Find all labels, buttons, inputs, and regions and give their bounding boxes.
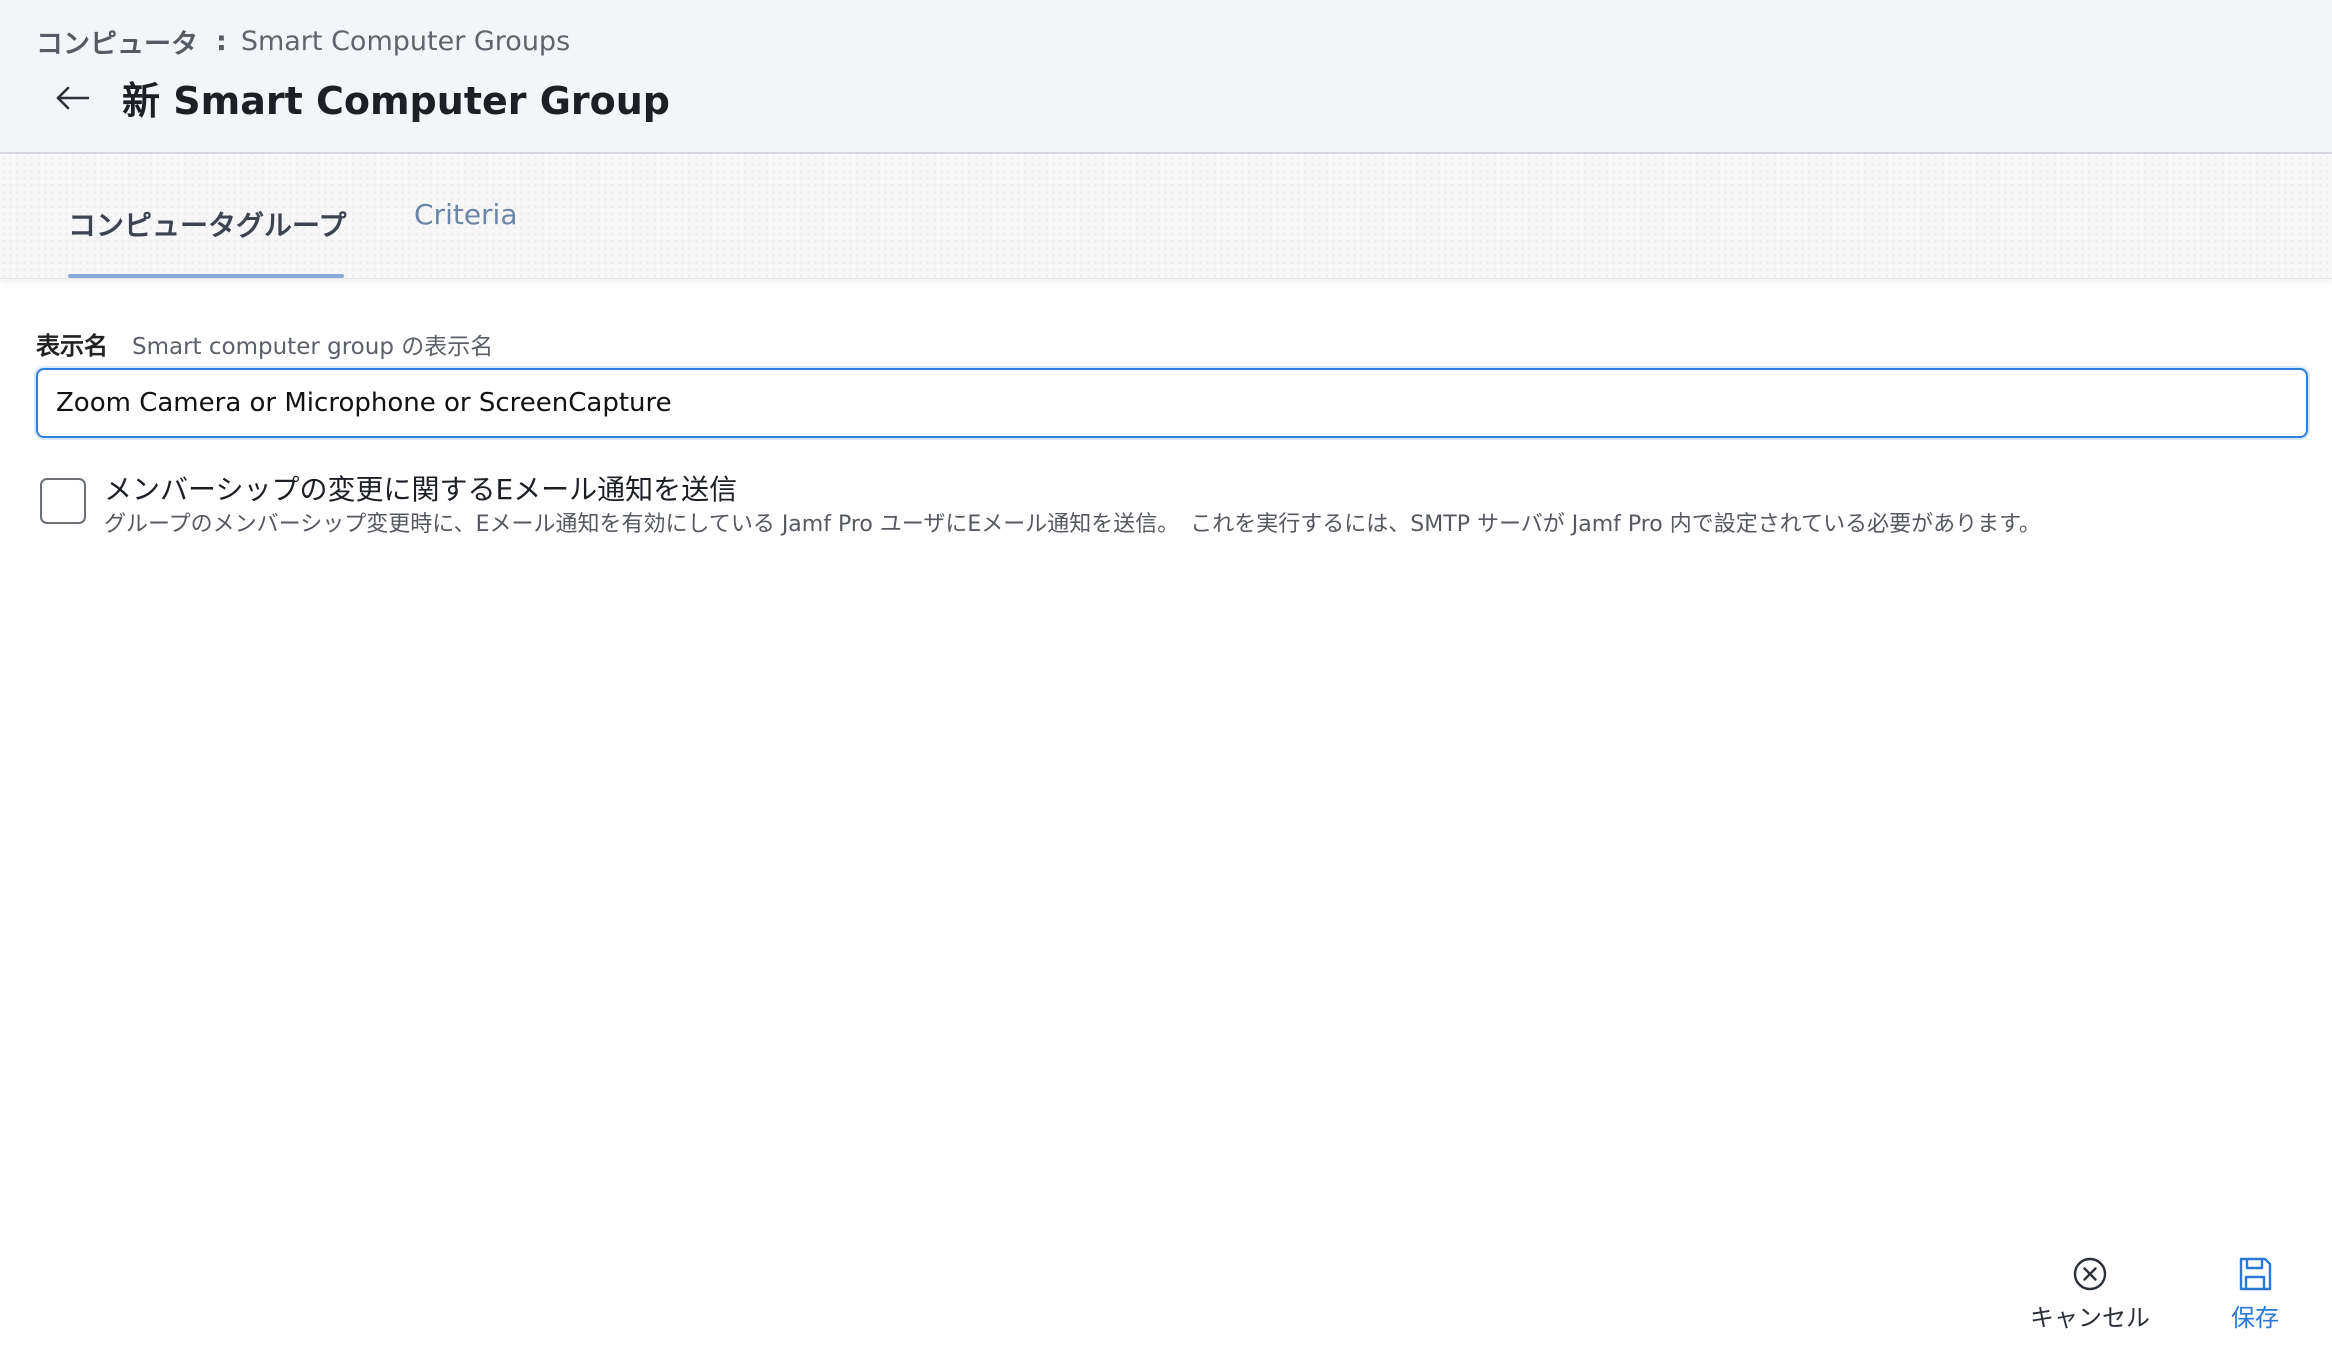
email-notification-checkbox[interactable] [40,478,86,524]
tab-label: コンピュータグループ [68,209,347,242]
active-tab-indicator [68,274,344,278]
display-name-label: 表示名 [36,332,108,360]
close-circle-icon [2073,1257,2107,1291]
page-title: 新 Smart Computer Group [122,79,671,123]
breadcrumb-root-link[interactable]: コンピュータ [36,22,198,61]
cancel-button[interactable]: キャンセル [2020,1256,2160,1336]
title-row: 新 Smart Computer Group [52,70,670,125]
save-label: 保存 [2231,1304,2279,1332]
page-header: コンピュータ : Smart Computer Groups 新 Smart C… [0,0,2332,154]
email-notification-description: グループのメンバーシップ変更時に、Eメール通知を有効にしている Jamf Pro… [104,512,2041,537]
email-notification-title: メンバーシップの変更に関するEメール通知を送信 [104,473,738,506]
tabs-bar: コンピュータグループ Criteria [0,154,2332,279]
breadcrumb-current-link[interactable]: Smart Computer Groups [241,26,570,57]
tab-computer-group[interactable]: コンピュータグループ [68,154,347,278]
tab-label: Criteria [414,198,518,231]
cancel-label: キャンセル [2030,1304,2150,1332]
floppy-disk-icon [2239,1257,2272,1291]
breadcrumb-separator: : [216,26,227,57]
breadcrumb: コンピュータ : Smart Computer Groups [36,22,570,61]
save-button[interactable]: 保存 [2185,1256,2325,1336]
tab-criteria[interactable]: Criteria [414,154,524,278]
arrow-left-icon [56,86,89,109]
display-name-label-row: 表示名 Smart computer group の表示名 [36,326,493,361]
back-button[interactable] [52,78,92,118]
display-name-input[interactable] [36,368,2308,438]
display-name-hint: Smart computer group の表示名 [132,334,494,360]
